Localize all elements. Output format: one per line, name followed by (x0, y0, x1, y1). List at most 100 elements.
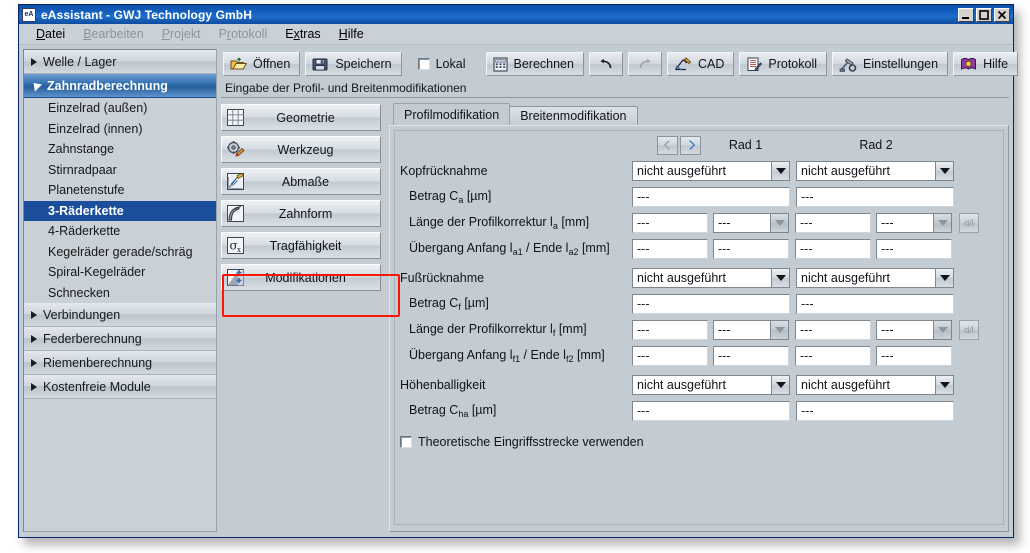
sidebar-item-zahnstange[interactable]: Zahnstange (24, 139, 216, 160)
module-button-abmasse[interactable]: Abmaße (221, 168, 381, 195)
laenge-la-rad2-select[interactable]: --- (876, 213, 952, 233)
uebergang-la1-rad2-input[interactable]: --- (795, 239, 871, 259)
sigma-icon: σ x (226, 236, 245, 255)
laenge-la-rad2-input[interactable]: --- (795, 213, 871, 233)
sidebar-item-stirnradpaar[interactable]: Stirnradpaar (24, 160, 216, 181)
info-bar: Eingabe der Profil- und Breitenmodifikat… (221, 79, 1009, 98)
close-icon[interactable] (994, 8, 1010, 22)
sidebar-group-label: Welle / Lager (43, 55, 116, 69)
protokoll-button[interactable]: Protokoll (739, 52, 827, 76)
sidebar-item-kegelraeder[interactable]: Kegelräder gerade/schräg (24, 242, 216, 263)
module-label: Tragfähigkeit (245, 239, 380, 253)
betrag-cf-rad2-input[interactable]: --- (796, 294, 954, 314)
sidebar-item-einzelrad-innen[interactable]: Einzelrad (innen) (24, 119, 216, 140)
sidebar-group-riemenberechnung[interactable]: Riemenberechnung (24, 351, 216, 375)
uebergang-lf2-rad1-input[interactable]: --- (713, 346, 789, 366)
theoretische-eingriffsstrecke-row[interactable]: Theoretische Eingriffsstrecke verwenden (400, 435, 998, 449)
betrag-cha-rad2-input[interactable]: --- (796, 401, 954, 421)
undo-button[interactable] (589, 52, 623, 76)
right-pane: Öffnen Speichern Lokal (221, 49, 1009, 532)
sidebar-item-4-raederkette[interactable]: 4-Räderkette (24, 221, 216, 242)
uebergang-lf1-rad2-input[interactable]: --- (795, 346, 871, 366)
fussruecknahme-rad2-select[interactable]: nicht ausgeführt (796, 268, 954, 288)
kopfruecknahme-rad2-select[interactable]: nicht ausgeführt (796, 161, 954, 181)
menu-item-datei[interactable]: Datei (27, 26, 74, 42)
menu-item-extras[interactable]: Extras (276, 26, 329, 42)
hoehenballigkeit-rad1-select[interactable]: nicht ausgeführt (632, 375, 790, 395)
betrag-ca-rad1-input[interactable]: --- (632, 187, 790, 207)
menu-bar: Datei Bearbeiten Projekt Protokoll Extra… (19, 24, 1013, 45)
save-button[interactable]: Speichern (305, 52, 401, 76)
dl-toggle-button-kopf[interactable]: d/l (959, 213, 979, 233)
tab-breitenmodifikation[interactable]: Breitenmodifikation (509, 106, 637, 125)
maximize-icon[interactable] (976, 8, 992, 22)
sidebar-item-planetenstufe[interactable]: Planetenstufe (24, 180, 216, 201)
menu-item-bearbeiten[interactable]: Bearbeiten (74, 26, 152, 42)
tab-profilmodifikation[interactable]: Profilmodifikation (393, 103, 510, 125)
sidebar-group-federberechnung[interactable]: Federberechnung (24, 327, 216, 351)
uebergang-lf2-rad2-input[interactable]: --- (876, 346, 952, 366)
column-header-rad1: Rad 1 (701, 138, 790, 152)
redo-icon (637, 58, 653, 71)
hilfe-button[interactable]: Hilfe (953, 52, 1018, 76)
cad-button[interactable]: CAD (667, 52, 734, 76)
sidebar-group-welle-lager[interactable]: Welle / Lager (24, 50, 216, 74)
menu-item-protokoll[interactable]: Protokoll (210, 26, 277, 42)
chevron-down-icon (30, 79, 42, 91)
calculate-button[interactable]: Berechnen (486, 52, 584, 76)
select-value: --- (713, 213, 770, 233)
open-button[interactable]: Öffnen (223, 52, 300, 76)
cad-label: CAD (698, 57, 724, 71)
module-button-werkzeug[interactable]: Werkzeug (221, 136, 381, 163)
column-header-row: Rad 1 Rad 2 (400, 134, 998, 156)
sidebar-group-verbindungen[interactable]: Verbindungen (24, 303, 216, 327)
theoretische-eingriffsstrecke-checkbox[interactable] (400, 436, 412, 448)
fussruecknahme-rad1-select[interactable]: nicht ausgeführt (632, 268, 790, 288)
betrag-ca-rad2-input[interactable]: --- (796, 187, 954, 207)
module-button-modifikationen[interactable]: Modifikationen (221, 264, 381, 291)
minimize-icon[interactable] (958, 8, 974, 22)
laenge-la-rad1-input[interactable]: --- (632, 213, 708, 233)
lokal-checkbox-group[interactable]: Lokal (412, 57, 476, 71)
sidebar-group-kostenfreie-module[interactable]: Kostenfreie Module (24, 375, 216, 399)
betrag-cf-rad1-input[interactable]: --- (632, 294, 790, 314)
uebergang-la1-rad1-input[interactable]: --- (632, 239, 708, 259)
laenge-la-rad1-select[interactable]: --- (713, 213, 789, 233)
laenge-lf-rad2-select[interactable]: --- (876, 320, 952, 340)
menu-item-projekt[interactable]: Projekt (153, 26, 210, 42)
chevron-right-icon (31, 311, 37, 319)
laenge-lf-rad1-select[interactable]: --- (713, 320, 789, 340)
einstellungen-button[interactable]: Einstellungen (832, 52, 948, 76)
sidebar-item-3-raederkette[interactable]: 3-Räderkette (24, 201, 216, 222)
laenge-lf-rad1-input[interactable]: --- (632, 320, 708, 340)
laenge-lf-rad2-input[interactable]: --- (795, 320, 871, 340)
uebergang-lf1-rad1-input[interactable]: --- (632, 346, 708, 366)
dl-toggle-button-fuss[interactable]: d/l (959, 320, 979, 340)
row-label: Betrag Cf [µm] (400, 296, 632, 312)
chevron-down-icon (770, 213, 789, 233)
module-label: Geometrie (245, 111, 380, 125)
sidebar-item-label: 4-Räderkette (48, 224, 120, 238)
chevron-left-icon (662, 139, 674, 151)
kopfruecknahme-rad1-select[interactable]: nicht ausgeführt (632, 161, 790, 181)
module-button-geometrie[interactable]: Geometrie (221, 104, 381, 131)
lokal-checkbox[interactable] (418, 58, 430, 70)
uebergang-la2-rad1-input[interactable]: --- (713, 239, 789, 259)
module-button-zahnform[interactable]: Zahnform (221, 200, 381, 227)
betrag-cha-rad1-input[interactable]: --- (632, 401, 790, 421)
menu-item-hilfe[interactable]: Hilfe (330, 26, 373, 42)
sidebar-item-label: Kegelräder gerade/schräg (48, 245, 193, 259)
sidebar-item-schnecken[interactable]: Schnecken (24, 283, 216, 304)
next-wheel-button[interactable] (680, 136, 701, 155)
grid-icon (226, 108, 245, 127)
sidebar-item-label: Schnecken (48, 286, 110, 300)
sidebar-item-spiral-kegelraeder[interactable]: Spiral-Kegelräder (24, 262, 216, 283)
hoehenballigkeit-rad2-select[interactable]: nicht ausgeführt (796, 375, 954, 395)
module-label: Modifikationen (245, 271, 380, 285)
module-button-tragfaehigkeit[interactable]: σ x Tragfähigkeit (221, 232, 381, 259)
prev-wheel-button[interactable] (657, 136, 678, 155)
theoretische-eingriffsstrecke-label: Theoretische Eingriffsstrecke verwenden (418, 435, 644, 449)
uebergang-la2-rad2-input[interactable]: --- (876, 239, 952, 259)
sidebar-item-einzelrad-aussen[interactable]: Einzelrad (außen) (24, 98, 216, 119)
sidebar-group-zahnradberechnung[interactable]: Zahnradberechnung (24, 74, 216, 98)
